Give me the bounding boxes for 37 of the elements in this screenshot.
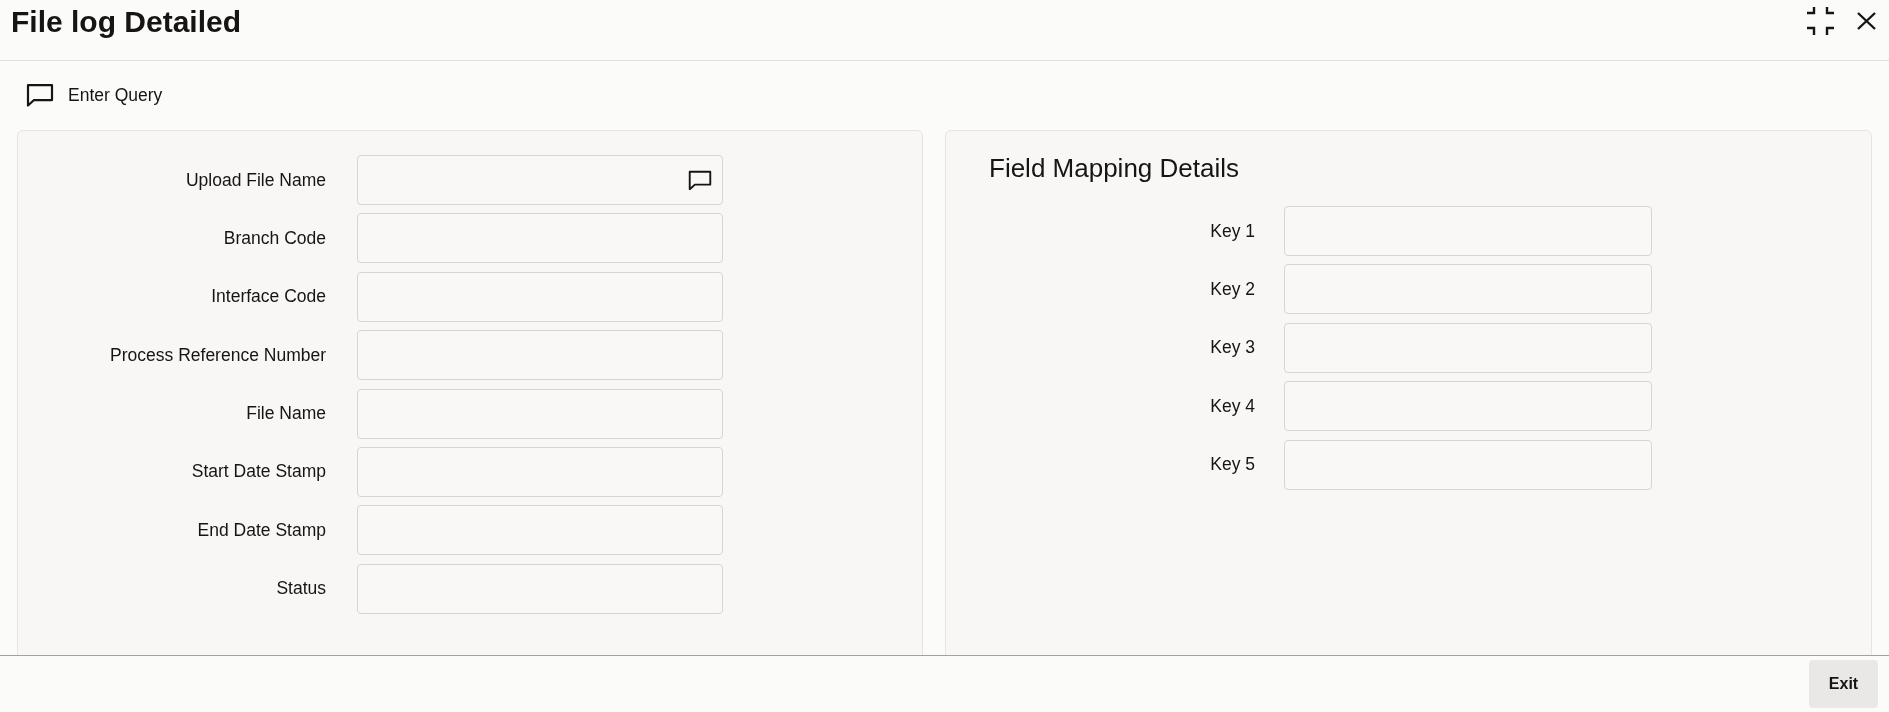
input-field[interactable]	[357, 446, 723, 497]
chat-bubble-icon	[26, 83, 54, 108]
collapse-button[interactable]	[1806, 7, 1835, 35]
input-field[interactable]	[357, 155, 723, 205]
field-label: Key 3	[1210, 337, 1255, 359]
compress-icon	[1806, 7, 1835, 35]
field-label: Status	[276, 578, 326, 600]
field-label: Process Reference Number	[110, 344, 326, 366]
input-field[interactable]	[357, 388, 723, 439]
input-field[interactable]	[1284, 439, 1652, 490]
field-label: Upload File Name	[185, 169, 326, 191]
window-title: File log Detailed	[11, 4, 242, 40]
field-label: Key 2	[1210, 278, 1255, 300]
input-field[interactable]	[357, 563, 723, 614]
field-label: Key 5	[1210, 454, 1255, 476]
field-label: Start Date Stamp	[191, 461, 326, 483]
input-field[interactable]	[1284, 322, 1652, 373]
close-icon	[1857, 12, 1876, 30]
input-field[interactable]	[357, 271, 723, 322]
chat-bubble-icon	[688, 169, 712, 191]
field-label: End Date Stamp	[197, 519, 326, 541]
input-field[interactable]	[357, 330, 723, 381]
field-label: Branch Code	[223, 227, 326, 249]
close-button[interactable]	[1857, 12, 1876, 30]
section-title: Field Mapping Details	[989, 153, 1239, 183]
input-field[interactable]	[1284, 264, 1652, 315]
field-label: Key 1	[1210, 220, 1255, 242]
input-field[interactable]	[1284, 206, 1652, 256]
lookup-button[interactable]	[688, 169, 712, 191]
input-field[interactable]	[357, 505, 723, 556]
field-label: File Name	[246, 403, 326, 425]
input-field[interactable]	[357, 213, 723, 264]
field-label: Key 4	[1210, 395, 1255, 417]
enter-query-button[interactable]: Enter Query	[26, 83, 163, 108]
input-field[interactable]	[1284, 381, 1652, 432]
field-label: Interface Code	[211, 286, 326, 308]
exit-button[interactable]: Exit	[1809, 660, 1878, 708]
